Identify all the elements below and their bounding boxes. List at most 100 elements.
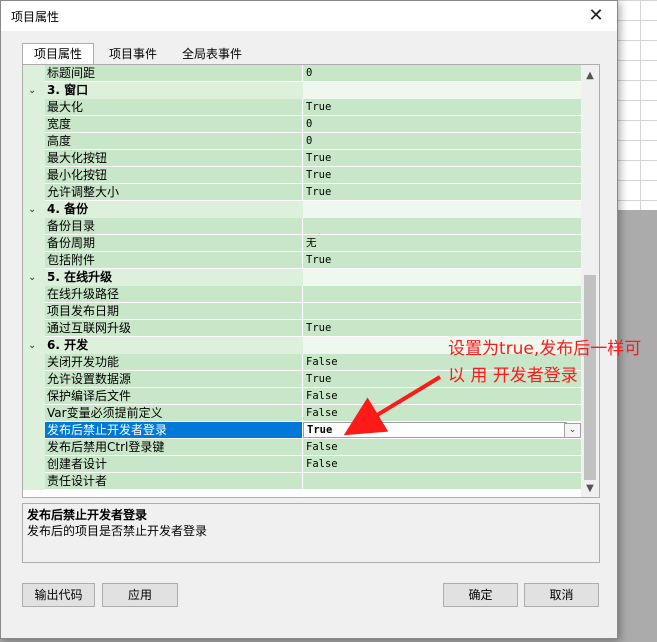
property-name[interactable]: 包括附件 [45,252,303,269]
property-value[interactable] [303,473,581,490]
property-name[interactable]: 保护编译后文件 [45,388,303,405]
category-label: 5. 在线升级 [47,270,113,284]
vertical-scrollbar[interactable]: ▲ ▼ [581,65,599,497]
property-value[interactable]: True [303,150,581,167]
property-value[interactable]: 0 [303,133,581,150]
property-name[interactable]: 创建者设计 [45,456,303,473]
row-gutter [23,371,45,388]
dropdown-chevron-icon[interactable]: ⌄ [564,423,581,438]
category-row: ⌄ 4. 备份 [23,201,581,218]
property-rows: 标题间距 0 ⌄ 3. 窗口 最大化 True 宽度 0 高度 0 最大化按钮 True 最小化按钮 Tr… [23,65,581,497]
row-gutter [23,439,45,456]
dialog-title: 项目属性 [11,10,60,24]
property-value[interactable]: True [303,422,567,438]
scroll-up-icon[interactable]: ▲ [581,68,599,84]
property-row: Var变量必须提前定义 False [23,405,581,422]
property-name[interactable]: 备份目录 [45,218,303,235]
row-gutter [23,286,45,303]
row-gutter [23,320,45,337]
category-value-cell [303,201,581,218]
property-value[interactable]: True [303,99,581,116]
property-value[interactable]: True [303,167,581,184]
property-name[interactable]: 关闭开发功能 [45,354,303,371]
row-gutter [23,167,45,184]
collapse-chevron-icon[interactable]: ⌄ [28,337,36,354]
property-value[interactable]: True [303,320,581,337]
property-row: 标题间距 0 [23,65,581,82]
row-gutter [23,99,45,116]
property-value[interactable]: False [303,388,581,405]
export-code-button[interactable]: 输出代码 [22,583,95,607]
scroll-down-icon[interactable]: ▼ [581,481,599,497]
property-name[interactable]: 宽度 [45,116,303,133]
property-value[interactable] [303,218,581,235]
property-row: 最小化按钮 True [23,167,581,184]
row-gutter [23,405,45,422]
property-name[interactable]: 发布后禁止开发者登录 [45,422,303,439]
category-label: 3. 窗口 [47,83,89,97]
category-row: ⌄ 5. 在线升级 [23,269,581,286]
property-name[interactable]: 标题间距 [45,65,303,82]
property-name[interactable]: Var变量必须提前定义 [45,405,303,422]
description-text: 发布后的项目是否禁止开发者登录 [27,524,208,538]
property-name[interactable]: 最小化按钮 [45,167,303,184]
property-row: 发布后禁用Ctrl登录键 False [23,439,581,456]
property-name[interactable]: 在线升级路径 [45,286,303,303]
property-row: 保护编译后文件 False [23,388,581,405]
project-properties-dialog: 项目属性 ✕ 项目属性 项目事件 全局表事件 标题间距 0 ⌄ 3. 窗口 最大化 Tru… [0,0,618,639]
property-name[interactable]: 发布后禁用Ctrl登录键 [45,439,303,456]
property-name[interactable]: 允许设置数据源 [45,371,303,388]
property-value[interactable]: True [303,184,581,201]
property-name[interactable]: 责任设计者 [45,473,303,490]
row-gutter [23,303,45,320]
annotation-text: 设置为true,发布后一样可以 用 开发者登录 [448,339,642,386]
property-row: 高度 0 [23,133,581,150]
collapse-chevron-icon[interactable]: ⌄ [28,201,36,218]
property-name[interactable]: 允许调整大小 [45,184,303,201]
property-value[interactable]: False [303,456,581,473]
property-name[interactable]: 最大化 [45,99,303,116]
property-value[interactable]: True [303,252,581,269]
row-gutter [23,218,45,235]
apply-button[interactable]: 应用 [102,583,178,607]
tab-global-table-events[interactable]: 全局表事件 [170,44,254,64]
property-value[interactable]: 0 [303,65,581,82]
property-row: 创建者设计 False [23,456,581,473]
tab-project-events[interactable]: 项目事件 [98,44,168,64]
category-label: 4. 备份 [47,202,89,216]
close-icon[interactable]: ✕ [583,4,609,28]
property-name[interactable]: 最大化按钮 [45,150,303,167]
row-gutter [23,150,45,167]
cancel-button[interactable]: 取消 [524,583,599,607]
row-gutter [23,388,45,405]
property-row: 允许调整大小 True [23,184,581,201]
category-value-cell [303,82,581,99]
property-value[interactable]: False [303,439,581,456]
property-name[interactable]: 备份周期 [45,235,303,252]
property-value[interactable]: False [303,405,581,422]
property-row: 备份目录 [23,218,581,235]
property-name[interactable]: 项目发布日期 [45,303,303,320]
collapse-chevron-icon[interactable]: ⌄ [28,82,36,99]
row-gutter [23,116,45,133]
category-row: ⌄ 3. 窗口 [23,82,581,99]
property-value[interactable]: 无 [303,235,581,252]
row-gutter [23,235,45,252]
property-row: 责任设计者 [23,473,581,490]
description-panel: 发布后禁止开发者登录 发布后的项目是否禁止开发者登录 [22,503,600,563]
property-name[interactable]: 通过互联网升级 [45,320,303,337]
property-row: 备份周期无 [23,235,581,252]
collapse-chevron-icon[interactable]: ⌄ [28,269,36,286]
property-value[interactable]: 0 [303,116,581,133]
tab-project-properties[interactable]: 项目属性 [22,43,94,66]
row-gutter [23,456,45,473]
property-grid: 标题间距 0 ⌄ 3. 窗口 最大化 True 宽度 0 高度 0 最大化按钮 True 最小化按钮 Tr… [22,64,600,498]
row-gutter [23,473,45,490]
property-row: 通过互联网升级 True [23,320,581,337]
property-name[interactable]: 高度 [45,133,303,150]
property-value[interactable] [303,286,581,303]
category-value-cell [303,269,581,286]
property-value[interactable] [303,303,581,320]
ok-button[interactable]: 确定 [443,583,518,607]
row-gutter [23,422,45,439]
